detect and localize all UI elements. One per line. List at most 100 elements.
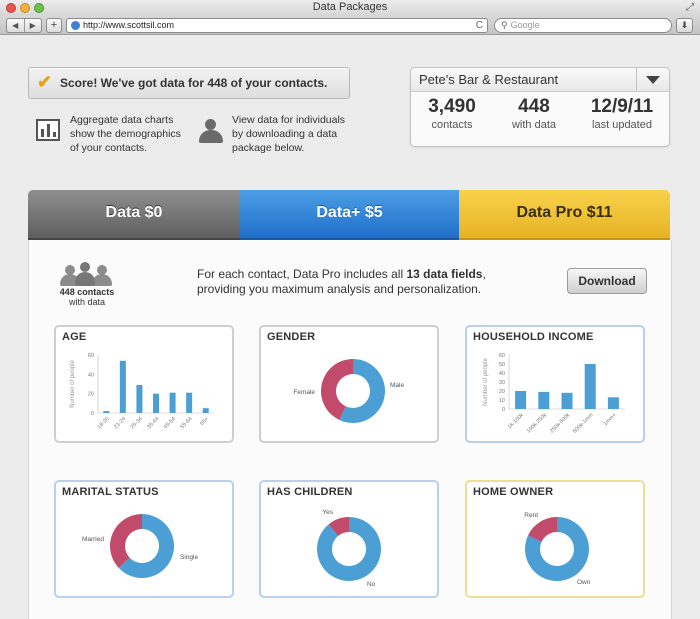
package-content: 448 contacts with data For each contact,… — [28, 240, 672, 619]
individuals-info-line: View data for individuals — [232, 114, 346, 126]
home-owner-chart: Rent Own — [524, 512, 591, 586]
title-bar: Data Packages ⤢ — [0, 0, 700, 17]
download-button[interactable]: Download — [567, 268, 647, 294]
stat-label: with data — [511, 119, 557, 131]
x-tick-label: 1mm+ — [603, 412, 618, 427]
y-tick-label: 30 — [499, 380, 505, 386]
contacts-count-value: 448 contacts — [59, 287, 115, 297]
individuals-info-line: package below. — [232, 142, 305, 154]
window-title: Data Packages — [312, 1, 388, 13]
individuals-info: View data for individuals by downloading… — [232, 113, 345, 155]
charts-info-line: of your contacts. — [70, 142, 148, 154]
address-bar[interactable]: http://www.scottsil.com C — [66, 18, 488, 33]
bar — [103, 411, 110, 413]
x-tick-label: 21-24 — [113, 416, 127, 430]
stat-value: 448 — [518, 96, 550, 117]
bar — [584, 364, 596, 409]
y-tick-label: 0 — [91, 411, 94, 417]
pie-label: Yes — [322, 509, 333, 516]
y-axis-label: Number of people — [70, 359, 76, 407]
bar — [607, 397, 619, 409]
chevron-down-icon[interactable] — [636, 68, 669, 91]
desc-text: For each contact, Data Pro includes all — [197, 267, 407, 281]
add-bookmark-button[interactable]: + — [46, 18, 62, 33]
globe-icon — [71, 21, 80, 30]
charts-info-line: Aggregate data charts — [70, 114, 174, 126]
stat-label: last updated — [592, 119, 652, 131]
downloads-icon[interactable]: ⬇ — [676, 18, 693, 33]
y-tick-label: 40 — [499, 371, 505, 377]
bar — [186, 392, 193, 413]
score-banner: ✔ Score! We've got data for 448 of your … — [28, 67, 350, 99]
y-tick-label: 60 — [499, 353, 505, 359]
age-chart: 0 20 40 60 Number of people 18-20 21-24 25-34 35… — [70, 353, 214, 430]
y-tick-label: 40 — [88, 372, 94, 378]
x-tick-label: 100k-250k — [526, 412, 549, 435]
stat-last-updated: 12/9/11 last updated — [581, 96, 663, 132]
bar — [119, 360, 126, 413]
search-field[interactable]: ⚲ Google — [494, 18, 672, 33]
desc-text: , — [482, 267, 486, 281]
x-tick-label: 1k-100k — [507, 412, 525, 430]
search-icon: ⚲ — [501, 20, 508, 30]
browser-window: Data Packages ⤢ ◀ ▶ + http://www.scottsi… — [0, 0, 700, 619]
checkmark-icon: ✔ — [37, 72, 53, 92]
x-tick-label: 35-44 — [146, 416, 160, 430]
bar — [202, 408, 209, 413]
forward-button[interactable]: ▶ — [25, 19, 42, 32]
pie-label: Married — [82, 536, 104, 543]
desc-bold: 13 data fields — [406, 267, 483, 281]
marital-chart: Married Single — [82, 514, 198, 578]
gender-chart: Female Male — [293, 359, 404, 423]
tab-data[interactable]: Data $0 — [28, 190, 240, 240]
x-tick-label: 18-20 — [97, 416, 111, 430]
contacts-count: 448 contacts with data — [49, 287, 125, 307]
pie-label: Single — [180, 554, 198, 561]
back-button[interactable]: ◀ — [7, 19, 25, 32]
bar — [515, 391, 527, 409]
children-chart: Yes No — [317, 509, 381, 588]
chart-card-gender: GENDER Female Male — [259, 325, 439, 443]
charts-info-line: show the demographics — [70, 128, 181, 140]
pie-label: Rent — [524, 512, 538, 519]
stat-value: 3,490 — [428, 96, 476, 117]
desc-line-2: providing you maximum analysis and perso… — [197, 282, 482, 296]
stat-label: contacts — [431, 119, 473, 131]
pie-label: Own — [577, 579, 591, 586]
url-text: http://www.scottsil.com — [83, 20, 175, 30]
x-tick-label: 55-64 — [179, 416, 193, 430]
x-tick-label: 65+ — [199, 416, 210, 427]
bar-chart-icon — [36, 119, 60, 141]
pie-label: Female — [293, 389, 315, 396]
tab-data-pro[interactable]: Data Pro $11 — [459, 190, 670, 248]
chart-card-marital: MARITAL STATUS Married Single — [54, 480, 234, 598]
pie-slice — [110, 514, 142, 568]
tab-data-plus[interactable]: Data+ $5 — [240, 190, 459, 240]
bar — [561, 392, 573, 409]
pie-label: Male — [390, 382, 404, 389]
x-tick-label: 25-34 — [130, 416, 144, 430]
browser-toolbar: ◀ ▶ + http://www.scottsil.com C ⚲ Google … — [0, 16, 700, 35]
score-text: Score! We've got data for 448 of your co… — [60, 76, 328, 90]
y-tick-label: 60 — [88, 353, 94, 359]
package-description: For each contact, Data Pro includes all … — [197, 267, 486, 297]
bar — [538, 391, 550, 409]
person-icon — [198, 119, 224, 143]
account-selector[interactable]: Pete's Bar & Restaurant — [411, 68, 669, 92]
account-name: Pete's Bar & Restaurant — [419, 72, 559, 87]
stat-with-data: 448 with data — [499, 96, 569, 132]
chart-card-children: HAS CHILDREN Yes No — [259, 480, 439, 598]
reload-icon[interactable]: C — [476, 19, 483, 32]
y-tick-label: 20 — [88, 392, 94, 398]
bar — [169, 392, 176, 413]
pie-label: No — [367, 581, 376, 588]
y-tick-label: 0 — [502, 407, 505, 413]
contacts-count-sub: with data — [68, 297, 106, 307]
stat-value: 12/9/11 — [590, 96, 654, 117]
x-tick-label: 500k-1mm — [572, 412, 595, 435]
x-tick-label: 250k-500k — [549, 412, 572, 435]
fullscreen-icon[interactable]: ⤢ — [686, 2, 694, 13]
charts-info: Aggregate data charts show the demograph… — [70, 113, 181, 155]
nav-buttons: ◀ ▶ — [6, 18, 42, 33]
y-axis-label: Number of people — [483, 357, 489, 405]
